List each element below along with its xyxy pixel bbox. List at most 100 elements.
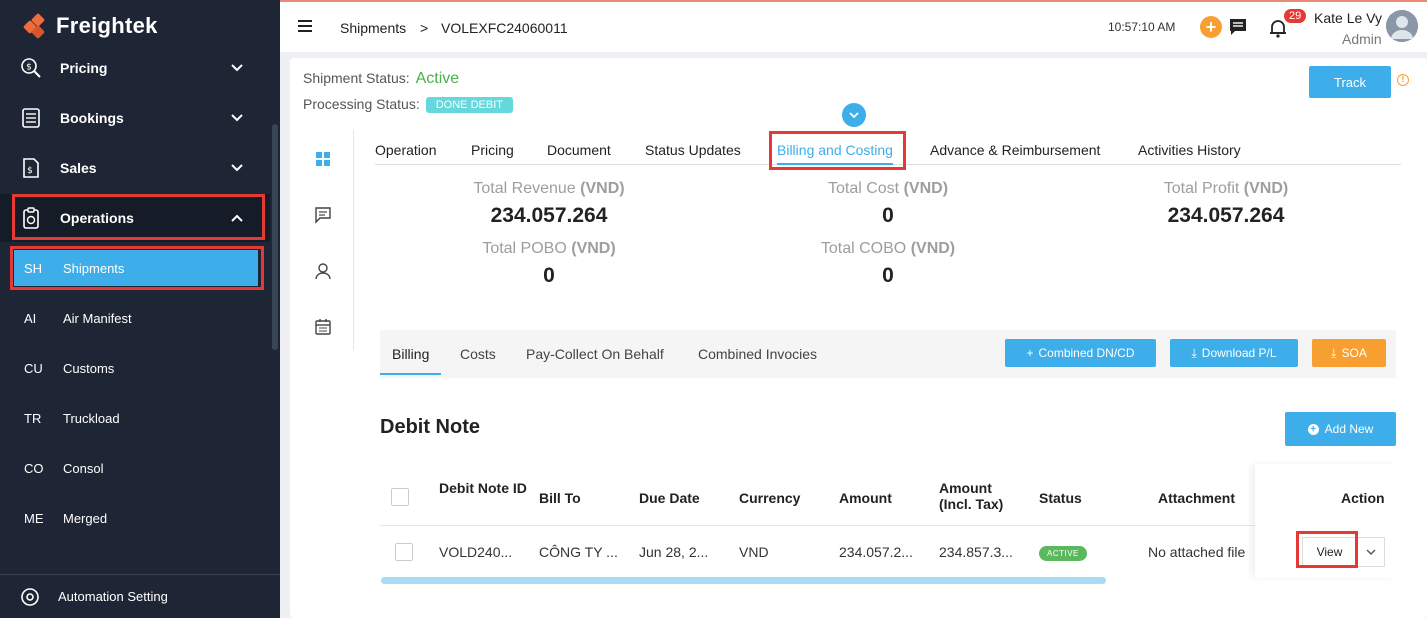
tab-operation[interactable]: Operation [375, 142, 436, 158]
sidebar-item-label: Air Manifest [63, 310, 132, 326]
stat-value: 0 [543, 264, 555, 287]
stat-total-profit: Total Profit (VND) 234.057.264 [1096, 180, 1356, 228]
table-horizontal-scrollbar[interactable] [381, 577, 1106, 584]
stat-total-revenue: Total Revenue (VND) 234.057.264 [419, 180, 679, 228]
soa-button[interactable]: ⤓ SOA [1312, 339, 1386, 367]
automation-setting-item[interactable]: Automation Setting [0, 574, 280, 618]
tab-advance-reimbursement[interactable]: Advance & Reimbursement [930, 142, 1100, 158]
sidebar-scrollbar[interactable] [272, 124, 278, 350]
avatar[interactable] [1386, 10, 1418, 42]
logo-icon [22, 12, 48, 40]
subtab-pay-collect[interactable]: Pay-Collect On Behalf [526, 346, 664, 362]
subtab-costs[interactable]: Costs [460, 346, 496, 362]
add-new-button[interactable]: + Add New [1285, 412, 1396, 446]
table-row[interactable]: VOLD240... CÔNG TY ... Jun 28, 2... VND … [380, 526, 1396, 578]
tab-document[interactable]: Document [547, 142, 611, 158]
nav-group-bookings[interactable]: Bookings [0, 94, 270, 142]
sidebar-item-air-manifest[interactable]: AI Air Manifest [0, 298, 270, 338]
chat-icon[interactable] [1228, 17, 1248, 37]
row-checkbox[interactable] [395, 543, 413, 561]
stat-value: 0 [882, 264, 894, 287]
menu-icon[interactable] [298, 20, 312, 35]
sidebar-item-consol[interactable]: CO Consol [0, 448, 270, 488]
status-badge: ACTIVE [1039, 546, 1087, 561]
download-pl-button[interactable]: ⤓ Download P/L [1170, 339, 1298, 367]
tab-activities-history[interactable]: Activities History [1138, 142, 1241, 158]
side-icon-rail [290, 130, 354, 350]
column-header: Amount (Incl. Tax) [939, 480, 1004, 512]
nav-group-operations[interactable]: Operations [0, 194, 270, 242]
breadcrumb-separator: > [420, 20, 429, 36]
svg-text:$: $ [27, 166, 33, 176]
stat-value: 234.057.264 [1167, 204, 1285, 227]
app-logo[interactable]: Freightek [22, 12, 158, 40]
user-name[interactable]: Kate Le Vy [1314, 10, 1382, 26]
column-header: Status [1039, 490, 1082, 506]
debit-note-title: Debit Note [380, 416, 480, 438]
stat-label: Total Cost (VND) [827, 180, 949, 197]
gear-icon [21, 587, 39, 606]
user-icon[interactable] [314, 262, 332, 280]
column-header: Attachment [1158, 490, 1236, 506]
cell-due-date: Jun 28, 2... [639, 544, 709, 560]
column-header: Action [1341, 490, 1385, 506]
sidebar-item-merged[interactable]: ME Merged [0, 498, 270, 538]
chevron-down-icon [1366, 549, 1376, 555]
tab-pricing[interactable]: Pricing [471, 142, 514, 158]
download-icon: ⤓ [1331, 345, 1337, 360]
operations-icon [23, 207, 39, 229]
tab-billing-and-costing[interactable]: Billing and Costing [777, 142, 893, 165]
column-header: Currency [739, 490, 801, 506]
chevron-down-icon [849, 112, 859, 119]
cell-attachment: No attached file [1148, 544, 1246, 560]
nav-group-pricing[interactable]: $ Pricing [0, 44, 270, 92]
sales-icon: $ [23, 158, 39, 178]
cell-currency: VND [739, 544, 769, 560]
svg-text:$: $ [26, 63, 32, 73]
shipment-status: Shipment Status: Active [303, 70, 459, 88]
column-header: Bill To [539, 490, 581, 506]
stat-label: Total Profit (VND) [1163, 180, 1289, 197]
sidebar-item-code: CO [24, 460, 44, 476]
subtab-billing[interactable]: Billing [379, 346, 442, 375]
nav-group-label: Sales [60, 160, 97, 176]
clock: 10:57:10 AM [1108, 20, 1176, 34]
track-button[interactable]: Track [1309, 66, 1391, 98]
quick-add-button[interactable]: + [1200, 16, 1222, 38]
select-all-checkbox[interactable] [391, 488, 409, 506]
column-header: Due Date [639, 490, 700, 506]
sidebar-item-truckload[interactable]: TR Truckload [0, 398, 270, 438]
comment-icon[interactable] [314, 206, 332, 224]
shipment-status-value: Active [415, 70, 460, 87]
cell-amount: 234.057.2... [839, 544, 913, 560]
sidebar: Freightek $ Pricing Bookings $ Sales Ope… [0, 0, 280, 618]
chevron-up-icon [231, 214, 243, 222]
chevron-down-icon [231, 64, 243, 72]
automation-setting-label: Automation Setting [58, 589, 168, 604]
breadcrumb-root[interactable]: Shipments [340, 20, 406, 36]
view-button[interactable]: View [1302, 537, 1357, 567]
nav-group-sales[interactable]: $ Sales [0, 144, 270, 192]
sidebar-item-code: SH [24, 260, 43, 276]
bell-icon[interactable] [1268, 18, 1288, 38]
breadcrumb-current: VOLEXFC24060011 [441, 20, 568, 36]
shipment-status-label: Shipment Status: [303, 70, 410, 86]
sidebar-item-customs[interactable]: CU Customs [0, 348, 270, 388]
shipment-detail-card: Shipment Status: Active Processing Status… [290, 58, 1427, 618]
info-icon[interactable]: ! [1397, 74, 1409, 86]
plus-icon: + [1026, 346, 1034, 360]
chevron-down-icon [231, 164, 243, 172]
stat-total-cobo: Total COBO (VND) 0 [758, 240, 1018, 288]
cell-debit-note-id[interactable]: VOLD240... [439, 544, 512, 560]
user-role: Admin [1342, 31, 1382, 47]
plus-circle-icon: + [1307, 423, 1319, 435]
tab-status-updates[interactable]: Status Updates [645, 142, 741, 158]
grid-icon[interactable] [314, 150, 332, 168]
row-action-dropdown[interactable] [1357, 537, 1385, 567]
stat-label: Total Revenue (VND) [473, 180, 625, 197]
combined-dn-cd-button[interactable]: + Combined DN/CD [1005, 339, 1156, 367]
collapse-button[interactable] [842, 103, 866, 127]
sidebar-item-shipments[interactable]: SH Shipments [14, 250, 258, 286]
calendar-icon[interactable] [314, 318, 332, 336]
subtab-combined-invoices[interactable]: Combined Invocies [698, 346, 817, 362]
